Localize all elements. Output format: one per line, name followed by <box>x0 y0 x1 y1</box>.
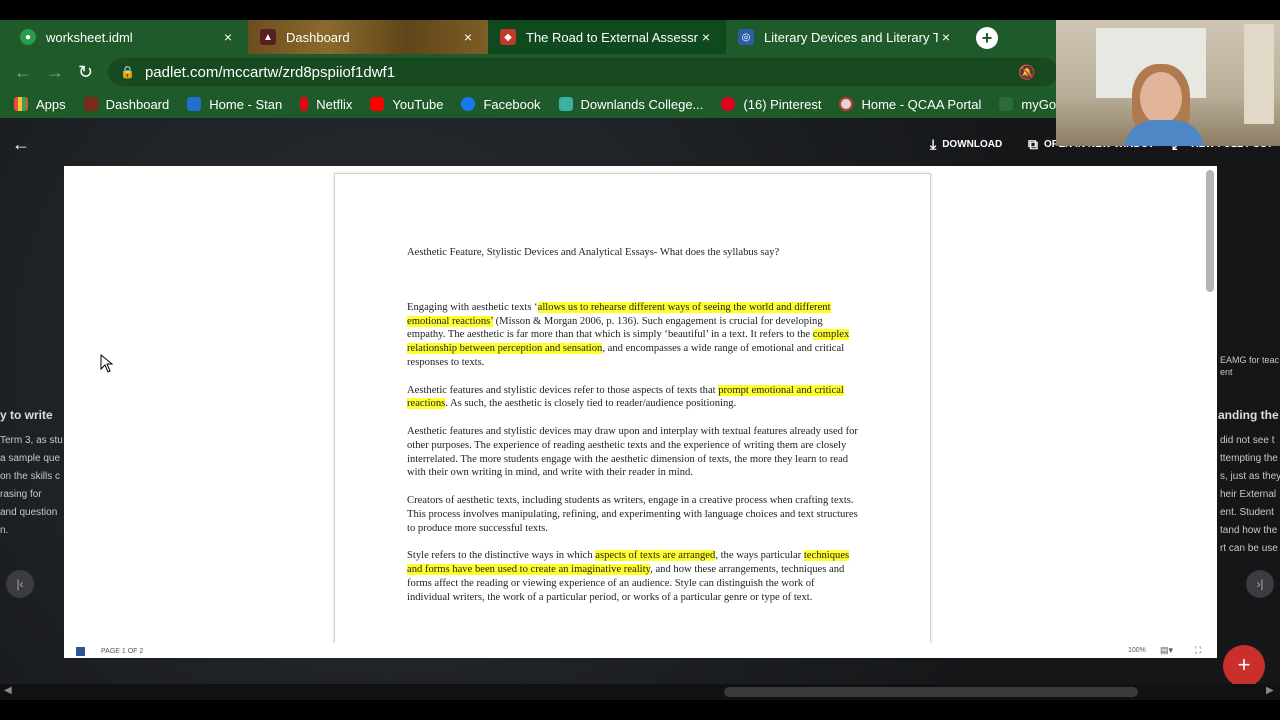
padlet-icon: ◆ <box>500 29 516 45</box>
bg-card-small-right: EAMG for teac ent <box>1220 355 1280 377</box>
close-icon[interactable]: × <box>220 29 236 45</box>
tab-road-to-external-assessment[interactable]: ◆ The Road to External Assessment × <box>488 20 726 54</box>
horizontal-scrollbar[interactable]: ◀ ▶ <box>0 684 1280 700</box>
previous-post-button[interactable]: |‹ <box>6 570 34 598</box>
bookmark-apps[interactable]: Apps <box>14 97 66 112</box>
bg-card-title-right: anding the i <box>1218 408 1280 422</box>
document-page: Aesthetic Feature, Stylistic Devices and… <box>334 173 931 653</box>
tab-worksheet[interactable]: ● worksheet.idml × <box>8 20 248 54</box>
youtube-icon <box>370 97 385 111</box>
dashboard-icon <box>83 97 98 111</box>
scrollbar-thumb[interactable] <box>724 687 1138 697</box>
download-icon: ⤓ <box>930 136 937 152</box>
bookmark-facebook[interactable]: Facebook <box>461 97 541 112</box>
tab-dashboard[interactable]: ▲ Dashboard × <box>248 20 488 54</box>
viewer-scrollbar[interactable] <box>1206 170 1214 292</box>
screen-bottom-border <box>0 700 1280 720</box>
address-bar[interactable]: 🔒 padlet.com/mccartw/zrd8pspiiof1dwf1 <box>108 58 1058 86</box>
download-button[interactable]: ⤓ DOWNLOAD <box>930 136 1002 153</box>
bookmark-youtube[interactable]: YouTube <box>370 97 443 112</box>
bookmark-netflix[interactable]: Netflix <box>300 97 352 112</box>
browser-window: ● worksheet.idml × ▲ Dashboard × ◆ The R… <box>0 0 1280 720</box>
paragraph-5: Style refers to the distinctive ways in … <box>407 550 850 603</box>
bookmark-stan[interactable]: Home - Stan <box>187 97 282 112</box>
tab-title: Literary Devices and Literary Term <box>764 29 938 45</box>
page-indicator: PAGE 1 OF 2 <box>101 648 144 655</box>
poster-image <box>1244 24 1274 124</box>
bg-card-text-right: did not see t ttempting the s, just as the… <box>1220 435 1280 554</box>
fullscreen-icon[interactable]: ⛶ <box>1195 645 1201 656</box>
close-icon[interactable]: × <box>698 29 714 45</box>
zoom-level[interactable]: 100% <box>1128 647 1146 654</box>
notifications-off-icon[interactable]: 🔕 <box>1018 64 1035 81</box>
reload-icon[interactable]: ↻ <box>78 62 93 83</box>
pinterest-icon <box>721 97 736 111</box>
netflix-icon <box>300 97 309 111</box>
tab-title: worksheet.idml <box>46 29 133 45</box>
scroll-left-icon[interactable]: ◀ <box>4 685 12 696</box>
bookmark-qcaa[interactable]: Home - QCAA Portal <box>839 97 981 112</box>
next-post-button[interactable]: ›| <box>1246 570 1274 598</box>
downlands-icon <box>558 97 573 111</box>
viewer-status-bar: PAGE 1 OF 2 100% ▤▾ ⛶ <box>64 643 1217 658</box>
mygov-icon <box>999 97 1014 111</box>
apps-grid-icon <box>14 97 28 111</box>
document-heading: Aesthetic Feature, Stylistic Devices and… <box>407 247 780 258</box>
tab-title: Dashboard <box>286 29 350 45</box>
webcam-overlay <box>1056 20 1280 146</box>
view-mode-icon[interactable]: ▤▾ <box>1160 645 1173 656</box>
open-external-icon: ⧉ <box>1028 136 1038 152</box>
add-post-button[interactable]: + <box>1223 645 1265 687</box>
scroll-right-icon[interactable]: ▶ <box>1266 685 1274 696</box>
bookmark-downlands[interactable]: Downlands College... <box>558 97 703 112</box>
qcaa-icon <box>839 97 854 111</box>
paragraph-2: Aesthetic features and stylistic devices… <box>407 384 844 410</box>
close-icon[interactable]: × <box>938 29 954 45</box>
google-drive-icon: ● <box>20 29 36 45</box>
url-text: padlet.com/mccartw/zrd8pspiiof1dwf1 <box>144 63 396 81</box>
back-arrow-icon[interactable]: ← <box>12 134 30 155</box>
word-icon <box>76 647 85 656</box>
back-arrow-icon[interactable]: ← <box>14 62 32 83</box>
bookmark-dashboard[interactable]: Dashboard <box>83 97 169 112</box>
tab-literary-devices[interactable]: ◎ Literary Devices and Literary Term × <box>726 20 966 54</box>
close-icon[interactable]: × <box>460 29 476 45</box>
facebook-icon <box>461 97 476 111</box>
bookmark-pinterest[interactable]: (16) Pinterest <box>721 97 821 112</box>
paragraph-4: Creators of aesthetic texts, including s… <box>407 494 858 534</box>
document-body: Aesthetic Feature, Stylistic Devices and… <box>407 246 859 618</box>
mouse-cursor-icon <box>100 354 114 373</box>
web-icon: ◎ <box>738 29 754 45</box>
presenter-face <box>1140 72 1182 124</box>
dashboard-icon: ▲ <box>260 29 276 45</box>
new-tab-button[interactable]: + <box>976 27 998 49</box>
bg-card-title-left: y to write <box>0 408 53 422</box>
paragraph-3: Aesthetic features and stylistic devices… <box>407 425 858 479</box>
screen-top-border <box>0 0 1280 20</box>
stan-icon <box>187 97 202 111</box>
tab-title: The Road to External Assessment <box>526 29 698 45</box>
forward-arrow-icon[interactable]: → <box>46 62 64 83</box>
lock-icon: 🔒 <box>120 65 135 79</box>
bg-card-text-left: Term 3, as stu a sample que on the skills … <box>0 435 63 536</box>
paragraph-1: Engaging with aesthetic texts ‘allows us… <box>407 301 850 368</box>
